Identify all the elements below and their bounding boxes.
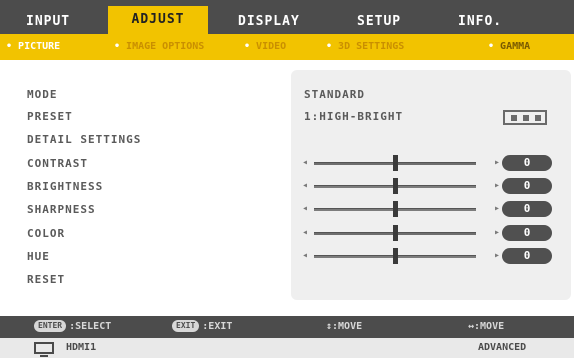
hue-label[interactable]: HUE [27, 250, 50, 263]
bullet-icon: • [488, 41, 501, 52]
minus-icon: ◂ [302, 180, 309, 191]
preset-icon [503, 110, 547, 125]
move-leftright-hint: ↔:MOVE [468, 321, 505, 332]
minus-icon: ◂ [302, 227, 309, 238]
hue-slider[interactable]: ◂ ▸ [300, 248, 500, 264]
brightness-label[interactable]: BRIGHTNESS [27, 180, 103, 193]
plus-icon: ▸ [493, 250, 500, 261]
mode-value: STANDARD [304, 88, 365, 101]
slider-knob[interactable] [392, 201, 398, 217]
minus-icon: ◂ [302, 203, 309, 214]
select-hint: ENTER:SELECT [34, 316, 111, 338]
subtab-image-options[interactable]: • IMAGE OPTIONS [114, 34, 204, 60]
bullet-icon: • [114, 41, 127, 52]
move-updown-hint: ↕:MOVE [326, 321, 363, 332]
tab-adjust[interactable]: ADJUST [108, 6, 208, 34]
plus-icon: ▸ [493, 157, 500, 168]
reset-label[interactable]: RESET [27, 273, 65, 286]
bullet-icon: • [244, 41, 257, 52]
minus-icon: ◂ [302, 157, 309, 168]
sharpness-slider[interactable]: ◂ ▸ [300, 201, 500, 217]
plus-icon: ▸ [493, 203, 500, 214]
mode-label[interactable]: MODE [27, 88, 58, 101]
slider-knob[interactable] [392, 155, 398, 171]
input-source: HDMI1 [66, 342, 97, 353]
exit-hint: EXIT:EXIT [172, 316, 232, 338]
slider-knob[interactable] [392, 178, 398, 194]
preset-value: 1:HIGH-BRIGHT [304, 110, 404, 123]
tab-input[interactable]: INPUT [26, 9, 86, 34]
menu-level: ADVANCED [478, 342, 527, 353]
menu-content: MODE STANDARD PRESET 1:HIGH-BRIGHT DETAI… [0, 60, 574, 316]
preset-label[interactable]: PRESET [27, 110, 73, 123]
subtab-gamma[interactable]: • GAMMA [488, 34, 530, 60]
color-label[interactable]: COLOR [27, 227, 65, 240]
bullet-icon: • [6, 41, 19, 52]
help-bar: ENTER:SELECT EXIT:EXIT ↕:MOVE ↔:MOVE [0, 316, 574, 338]
tab-setup[interactable]: SETUP [357, 9, 427, 34]
tab-display[interactable]: DISPLAY [238, 9, 318, 34]
plus-icon: ▸ [493, 227, 500, 238]
main-tab-bar: INPUT ADJUST DISPLAY SETUP INFO. [0, 0, 574, 34]
bullet-icon: • [326, 41, 339, 52]
subtab-video[interactable]: • VIDEO [244, 34, 286, 60]
contrast-slider[interactable]: ◂ ▸ [300, 155, 500, 171]
subtab-3d-settings[interactable]: • 3D SETTINGS [326, 34, 404, 60]
color-slider[interactable]: ◂ ▸ [300, 225, 500, 241]
projector-osd-menu: INPUT ADJUST DISPLAY SETUP INFO. • PICTU… [0, 0, 574, 358]
sharpness-label[interactable]: SHARPNESS [27, 203, 96, 216]
sharpness-value: 0 [502, 201, 552, 217]
color-value: 0 [502, 225, 552, 241]
plus-icon: ▸ [493, 180, 500, 191]
minus-icon: ◂ [302, 250, 309, 261]
hue-value: 0 [502, 248, 552, 264]
slider-knob[interactable] [392, 225, 398, 241]
tab-info[interactable]: INFO. [458, 9, 518, 34]
brightness-value: 0 [502, 178, 552, 194]
brightness-slider[interactable]: ◂ ▸ [300, 178, 500, 194]
enter-key-icon: ENTER [34, 320, 67, 332]
contrast-value: 0 [502, 155, 552, 171]
sub-tab-bar: • PICTURE • IMAGE OPTIONS • VIDEO • 3D S… [0, 34, 574, 60]
slider-knob[interactable] [392, 248, 398, 264]
subtab-picture[interactable]: • PICTURE [6, 34, 60, 60]
source-monitor-icon [34, 342, 54, 357]
contrast-label[interactable]: CONTRAST [27, 157, 88, 170]
exit-key-icon: EXIT [172, 320, 200, 332]
status-bar: HDMI1 ADVANCED [0, 338, 574, 358]
detail-settings-label[interactable]: DETAIL SETTINGS [27, 133, 141, 146]
